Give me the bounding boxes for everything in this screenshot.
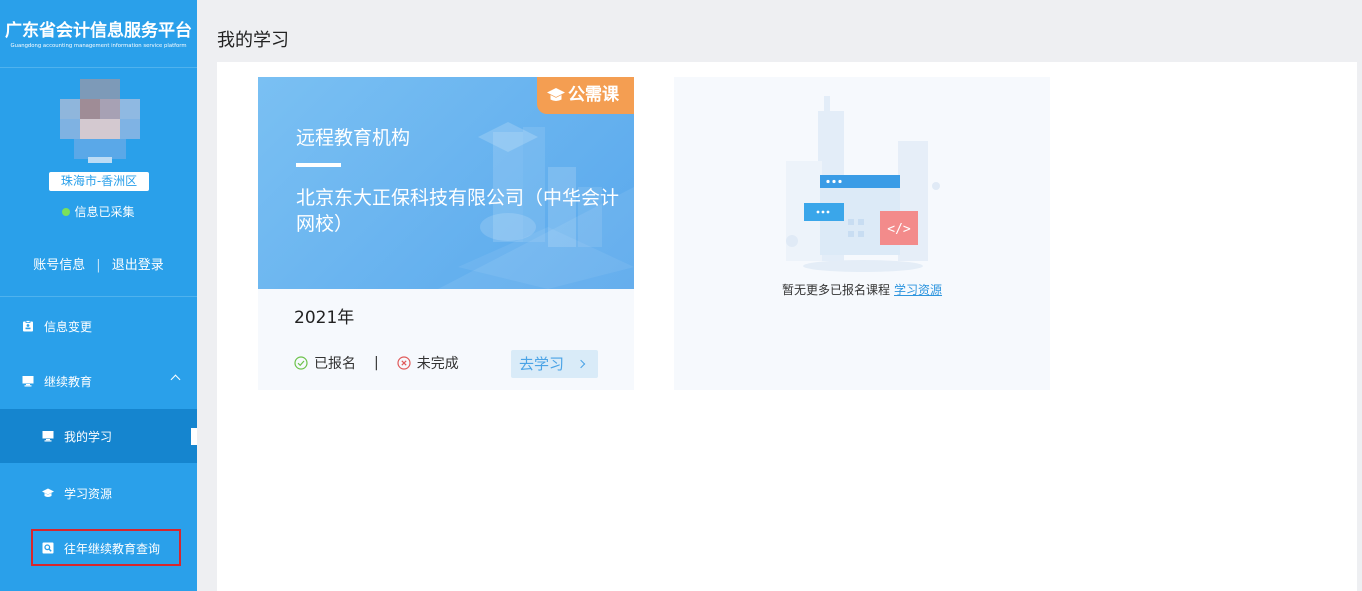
collect-status-text: 信息已采集 — [74, 205, 135, 219]
status-dot-icon — [62, 208, 71, 216]
monitor-icon — [42, 431, 54, 442]
platform-logo[interactable]: 广东省会计信息服务平台 Guangdong accounting managem… — [0, 0, 197, 68]
course-banner[interactable]: 公需课 远程教育机构 北京东大正保科技有限公司（中华会计网校） — [258, 77, 634, 289]
empty-state-card: </> 暂无更多已报名课程 学习资源 — [674, 77, 1050, 390]
org-label: 远程教育机构 — [296, 127, 411, 149]
collect-status: 信息已采集 — [0, 203, 197, 220]
sidebar-item-label: 我的学习 — [64, 429, 113, 444]
account-info-link[interactable]: 账号信息 — [33, 258, 85, 273]
course-year: 2021年 — [294, 308, 355, 328]
sidebar: 广东省会计信息服务平台 Guangdong accounting managem… — [0, 0, 197, 591]
org-name: 北京东大正保科技有限公司（中华会计网校） — [296, 187, 620, 235]
avatar — [60, 79, 140, 163]
course-tag-text: 公需课 — [568, 85, 619, 105]
course-tag: 公需课 — [537, 77, 634, 114]
sidebar-item-info-change[interactable]: 信息变更 — [0, 299, 197, 353]
sidebar-item-label: 继续教育 — [44, 374, 93, 389]
x-circle-icon — [397, 356, 411, 370]
graduation-cap-icon — [547, 88, 565, 101]
sidebar-item-label: 信息变更 — [44, 319, 93, 334]
sidebar-item-study-resources[interactable]: 学习资源 — [0, 466, 197, 520]
clipboard-icon — [23, 320, 33, 332]
page-title: 我的学习 — [217, 30, 289, 51]
logout-link[interactable]: 退出登录 — [112, 258, 164, 273]
course-card[interactable]: 公需课 远程教育机构 北京东大正保科技有限公司（中华会计网校） 2021年 已报… — [258, 77, 634, 390]
empty-illustration: </> — [786, 96, 940, 272]
check-circle-icon — [294, 356, 308, 370]
active-marker — [191, 428, 197, 445]
empty-message: 暂无更多已报名课程 — [781, 283, 890, 297]
chevron-up-icon[interactable] — [170, 374, 181, 385]
highlight-box — [31, 529, 181, 566]
banner-divider — [296, 163, 341, 167]
study-resources-link[interactable]: 学习资源 — [894, 283, 942, 297]
region-badge: 珠海市-香洲区 — [49, 172, 149, 191]
sidebar-item-my-study[interactable]: 我的学习 — [0, 409, 197, 463]
registered-status: 已报名 — [314, 356, 356, 372]
chevron-right-icon — [576, 359, 586, 369]
logo-subtitle: Guangdong accounting management informat… — [10, 43, 187, 49]
empty-state-text: 暂无更多已报名课程 学习资源 — [674, 281, 1050, 298]
account-row: 账号信息 | 退出登录 — [0, 254, 197, 273]
sidebar-item-label: 学习资源 — [64, 486, 113, 501]
course-status: 已报名 | 未完成 — [294, 353, 459, 373]
go-study-label: 去学习 — [519, 355, 565, 373]
sidebar-divider — [0, 296, 197, 297]
incomplete-status: 未完成 — [416, 356, 459, 372]
logo-title: 广东省会计信息服务平台 — [5, 21, 192, 41]
account-separator: | — [96, 258, 101, 273]
monitor-icon — [22, 376, 34, 387]
status-separator: | — [374, 355, 379, 371]
go-study-button[interactable]: 去学习 — [511, 350, 598, 378]
svg-text:</>: </> — [887, 222, 911, 237]
sidebar-item-continuing-edu[interactable]: 继续教育 — [0, 354, 197, 408]
graduation-cap-icon — [42, 488, 54, 497]
